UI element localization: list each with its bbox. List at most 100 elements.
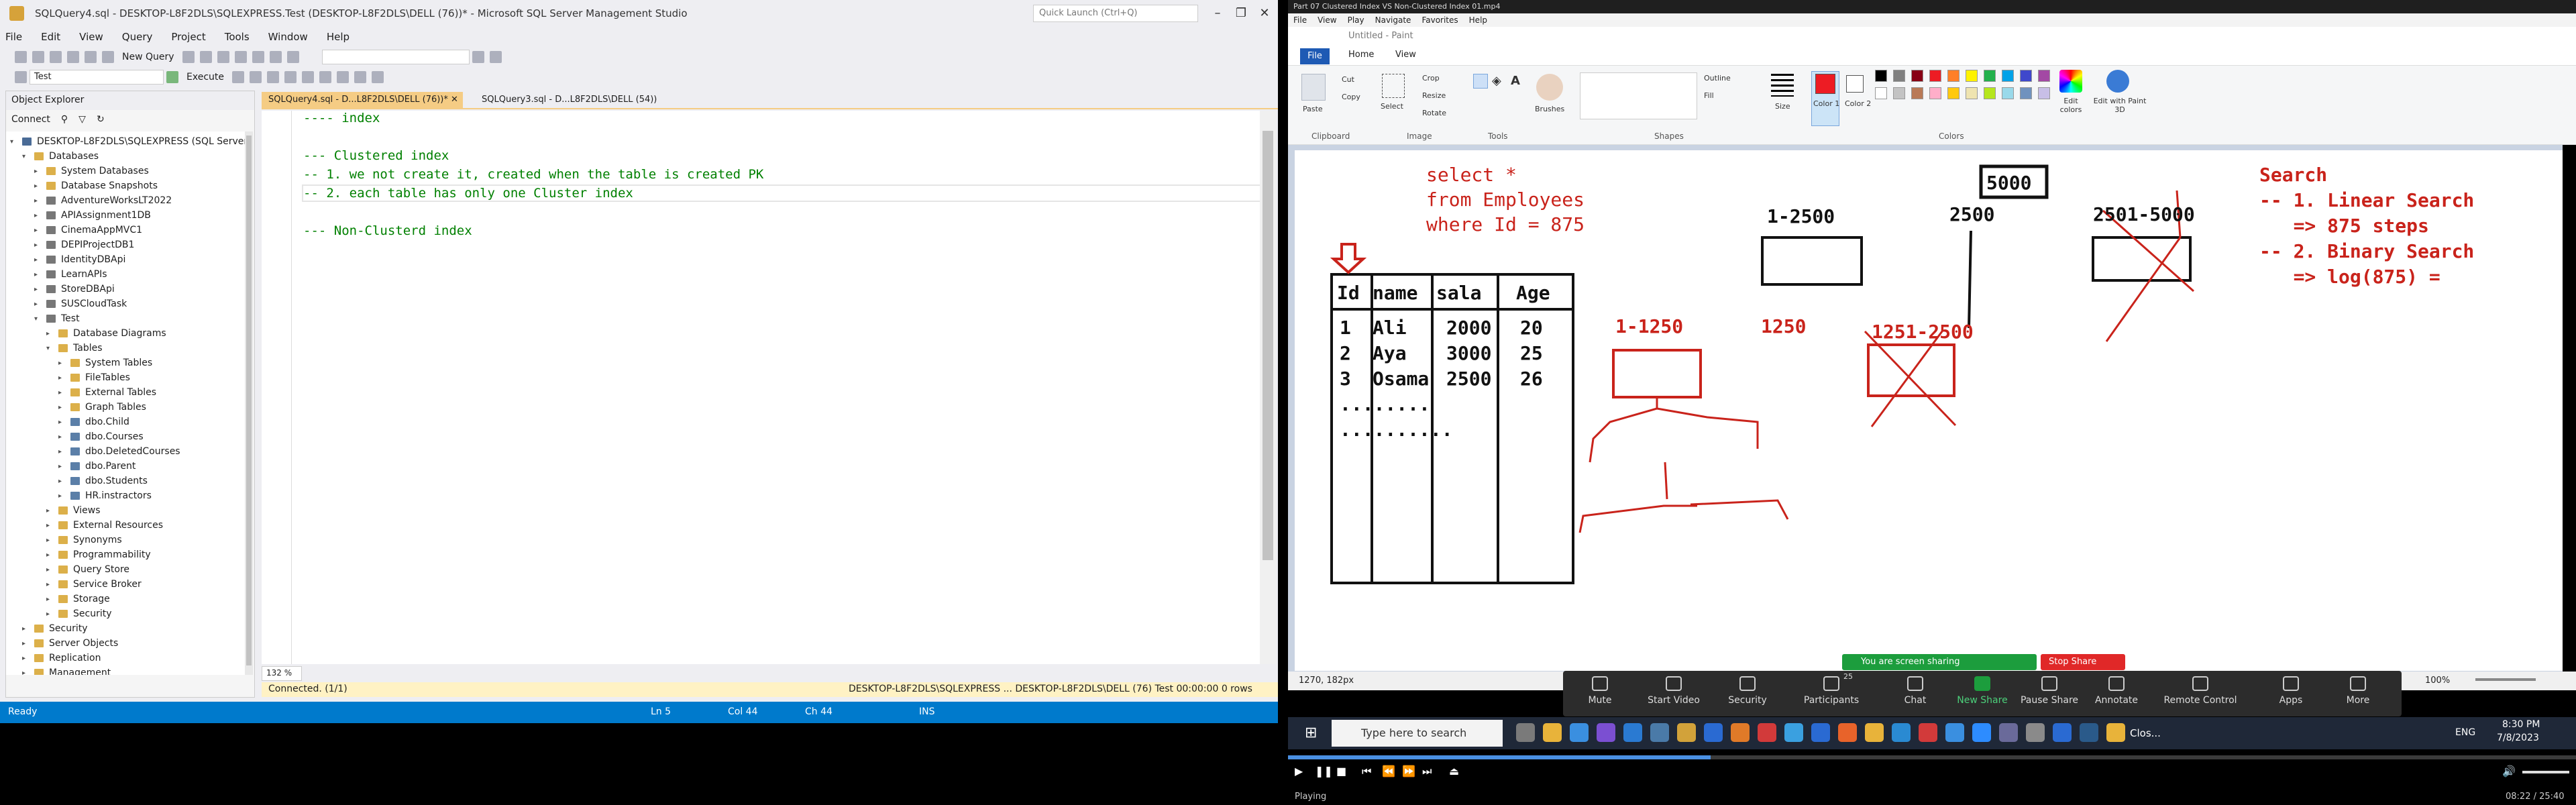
resize-button[interactable]: Resize (1422, 91, 1446, 100)
tree-node[interactable]: ▸ AdventureWorksLT2022 (34, 193, 172, 208)
menu-project[interactable]: Project (171, 31, 205, 43)
zoom-slider[interactable] (2475, 678, 2536, 681)
file-explorer-icon[interactable] (1543, 723, 1562, 742)
expand-icon[interactable]: ▸ (22, 669, 30, 676)
palette-swatch[interactable] (2038, 87, 2050, 99)
tree-node[interactable]: ▸ System Tables (58, 356, 152, 370)
expand-icon[interactable]: ▸ (58, 360, 66, 367)
windows-start-icon[interactable]: ⊞ (1305, 724, 1317, 741)
player-menu-help[interactable]: Help (1469, 15, 1487, 25)
visual-studio-icon[interactable] (1597, 723, 1615, 742)
tree-node[interactable]: ▸ System Databases (34, 164, 149, 178)
language-indicator[interactable]: ENG (2455, 727, 2475, 738)
tree-node[interactable]: ▾ DESKTOP-L8F2DLS\SQLEXPRESS (SQL Server … (10, 134, 248, 149)
tree-node[interactable]: ▾ Tables (46, 341, 103, 356)
palette-swatch[interactable] (1966, 87, 1978, 99)
tree-node[interactable]: ▸ HR.instractors (58, 488, 152, 503)
copy-icon[interactable] (217, 51, 229, 63)
menu-view[interactable]: View (79, 31, 103, 43)
paste-icon[interactable] (234, 51, 247, 63)
indent-icon[interactable] (354, 71, 366, 83)
expand-icon[interactable]: ▸ (34, 271, 42, 278)
tree-node[interactable]: ▸ Storage (46, 592, 110, 606)
tree-node[interactable]: ▸ Programmability (46, 547, 151, 562)
expand-icon[interactable]: ▸ (46, 537, 54, 544)
pause-icon[interactable]: ❚❚ (1315, 765, 1333, 777)
player-menu-navigate[interactable]: Navigate (1375, 15, 1411, 25)
firefox-icon[interactable] (1838, 723, 1857, 742)
paint-icon[interactable] (2026, 723, 2045, 742)
tree-node[interactable]: ▸ Server Objects (22, 636, 118, 651)
menu-window[interactable]: Window (268, 31, 308, 43)
app-icon[interactable] (1919, 723, 1937, 742)
solution-dropdown[interactable] (321, 50, 470, 64)
tree-node[interactable]: ▸ Replication (22, 651, 101, 665)
results-grid-icon[interactable] (284, 71, 297, 83)
player-menu-view[interactable]: View (1318, 15, 1336, 25)
expand-icon[interactable]: ▸ (46, 330, 54, 337)
tree-node[interactable]: ▸ Graph Tables (58, 400, 146, 415)
palette-swatch[interactable] (1929, 87, 1941, 99)
database-dropdown[interactable]: Test (30, 70, 164, 85)
tree-node[interactable]: ▸ dbo.Students (58, 474, 148, 488)
rotate-button[interactable]: Rotate (1422, 109, 1446, 117)
tree-node[interactable]: ▸ Management (22, 665, 111, 675)
expand-icon[interactable]: ▸ (22, 640, 30, 647)
back-icon[interactable] (15, 51, 27, 63)
mute-button[interactable]: Mute (1563, 676, 1637, 706)
palette-swatch[interactable] (1893, 87, 1905, 99)
expand-icon[interactable]: ▸ (46, 596, 54, 603)
close-tab-icon[interactable]: ✕ (451, 95, 458, 105)
app-icon[interactable] (1731, 723, 1750, 742)
size-icon[interactable] (1771, 74, 1794, 97)
tree-node[interactable]: ▸ Synonyms (46, 533, 122, 547)
filter-icon[interactable]: ▽ (78, 114, 86, 126)
tree-node[interactable]: ▸ LearnAPIs (34, 267, 107, 282)
db-query-icon[interactable] (182, 51, 195, 63)
new-query-icon[interactable] (102, 51, 114, 63)
forward-icon[interactable] (32, 51, 44, 63)
app-icon[interactable] (1704, 723, 1723, 742)
palette-swatch[interactable] (1911, 70, 1923, 82)
play-icon[interactable]: ▶ (1295, 765, 1303, 777)
app-icon[interactable] (1784, 723, 1803, 742)
fast-forward-icon[interactable]: ⏩ (1402, 765, 1415, 777)
undo-icon[interactable] (252, 51, 264, 63)
expand-icon[interactable]: ▸ (22, 655, 30, 662)
brushes-button[interactable]: Brushes (1535, 105, 1564, 113)
expand-icon[interactable]: ▾ (46, 345, 54, 352)
player-menu-favorites[interactable]: Favorites (1421, 15, 1458, 25)
stop-icon[interactable]: ■ (1336, 765, 1346, 777)
expand-icon[interactable]: ▸ (34, 168, 42, 175)
tree-node[interactable]: ▸ dbo.DeletedCourses (58, 444, 180, 459)
palette-swatch[interactable] (1966, 70, 1978, 82)
expand-icon[interactable]: ▸ (58, 492, 66, 500)
expand-icon[interactable]: ▸ (58, 419, 66, 426)
tree-node[interactable]: ▸ Views (46, 503, 101, 518)
clock-date[interactable]: 7/8/2023 (2497, 733, 2539, 743)
pencil-icon[interactable] (1473, 74, 1488, 89)
outdent-icon[interactable] (372, 71, 384, 83)
menu-edit[interactable]: Edit (41, 31, 60, 43)
menu-tools[interactable]: Tools (225, 31, 250, 43)
palette-swatch[interactable] (1929, 70, 1941, 82)
expand-icon[interactable]: ▸ (46, 522, 54, 529)
tab-sqlquery4[interactable]: SQLQuery4.sql - D...L8F2DLS\DELL (76))* … (262, 92, 463, 108)
tree-node[interactable]: ▸ StoreDBApi (34, 282, 115, 297)
tree-node[interactable]: ▸ FileTables (58, 370, 130, 385)
debug-query-icon[interactable] (232, 71, 244, 83)
editor-scroll-thumb[interactable] (1263, 131, 1273, 560)
parse-icon[interactable] (267, 71, 279, 83)
connect-button[interactable]: Connect (11, 114, 50, 126)
taskbar-search[interactable]: Type here to search (1332, 720, 1503, 747)
tree-node[interactable]: ▸ Security (46, 606, 112, 621)
tree-node[interactable]: ▸ IdentityDBApi (34, 252, 125, 267)
menu-help[interactable]: Help (327, 31, 350, 43)
edit-paint3d-button[interactable]: Edit with Paint 3D (2093, 97, 2147, 114)
expand-icon[interactable]: ▸ (22, 625, 30, 633)
minimize-button[interactable]: – (1208, 4, 1228, 23)
app-icon[interactable] (1865, 723, 1884, 742)
debug-icon[interactable] (286, 51, 299, 63)
palette-swatch[interactable] (2002, 87, 2014, 99)
palette-swatch[interactable] (1947, 87, 1960, 99)
